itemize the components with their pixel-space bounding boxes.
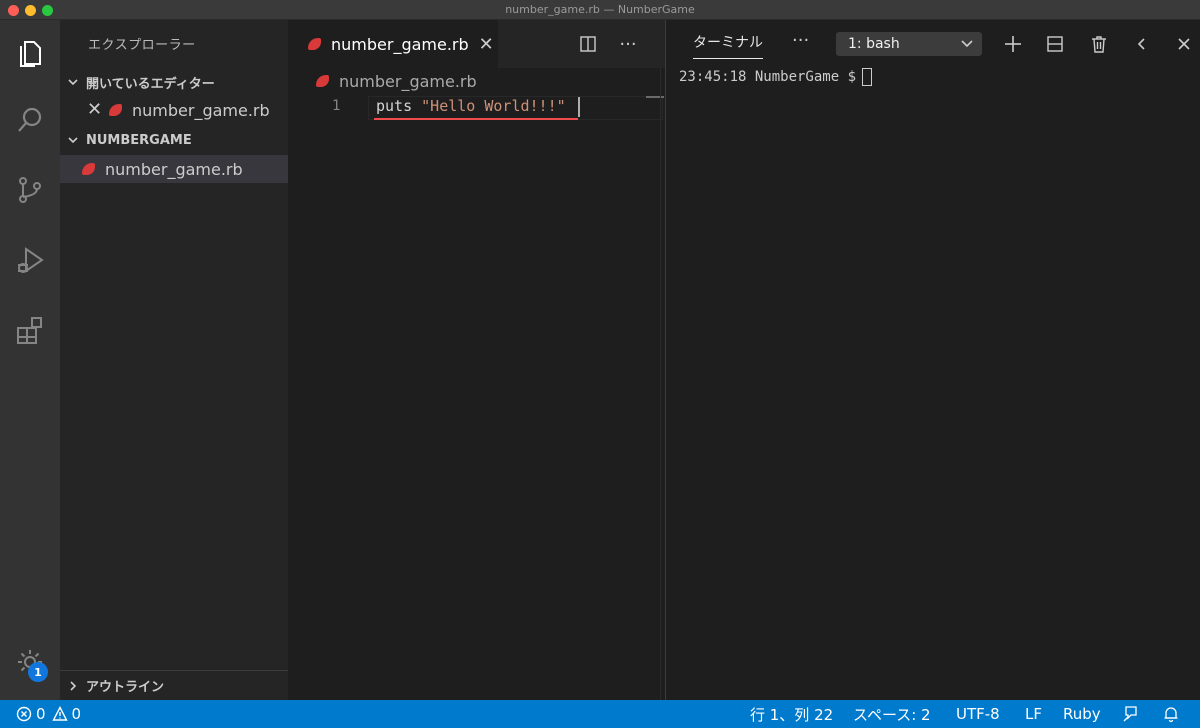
ruby-file-icon (109, 104, 122, 116)
project-file-item[interactable]: number_game.rb (60, 155, 288, 183)
editor-tab-bar: number_game.rb ✕ ··· (288, 20, 665, 68)
split-editor-icon[interactable] (576, 32, 600, 56)
terminal-panel: ターミナル ··· 1: bash 23:45:18 NumberGame $ (665, 20, 1200, 700)
open-editors-label: 開いているエディター (86, 76, 215, 92)
title-bar: number_game.rb — NumberGame (0, 0, 1200, 20)
activity-bar: 1 (0, 20, 60, 700)
chevron-left-icon[interactable] (1130, 32, 1154, 56)
breadcrumb-filename: number_game.rb (339, 71, 477, 91)
editor-ruler (660, 68, 661, 700)
split-terminal-icon[interactable] (1043, 32, 1067, 56)
window-title: number_game.rb — NumberGame (505, 3, 695, 16)
terminal-prompt: 23:45:18 NumberGame $ (679, 69, 857, 85)
code-string: "Hello World!!!" (421, 97, 566, 115)
bell-icon[interactable] (1162, 700, 1180, 728)
ruby-file-icon (308, 38, 321, 50)
close-icon[interactable]: ✕ (479, 34, 494, 55)
outline-label: アウトライン (86, 680, 165, 695)
more-actions-icon[interactable]: ··· (616, 32, 640, 56)
terminal-output[interactable]: 23:45:18 NumberGame $ (679, 68, 873, 86)
code-line[interactable]: puts "Hello World!!!" (376, 97, 566, 115)
terminal-select-value: 1: bash (848, 36, 900, 52)
extensions-icon[interactable] (10, 310, 50, 350)
error-icon (16, 706, 32, 722)
trash-icon[interactable] (1087, 32, 1111, 56)
terminal-select[interactable]: 1: bash (836, 32, 982, 56)
panel-more-icon[interactable]: ··· (792, 30, 809, 51)
terminal-cursor (862, 68, 873, 86)
chevron-right-icon (60, 680, 86, 692)
problems-status[interactable]: 0 0 (16, 700, 81, 728)
open-editor-item[interactable]: ✕ number_game.rb (60, 96, 288, 124)
project-filename: number_game.rb (105, 159, 243, 179)
encoding-status[interactable]: UTF-8 (956, 700, 1000, 728)
status-bar: 0 0 行 1、列 22 スペース: 2 UTF-8 LF Ruby (0, 700, 1200, 728)
error-count: 0 (36, 705, 46, 723)
text-cursor (578, 97, 580, 117)
cursor-position[interactable]: 行 1、列 22 (750, 700, 833, 728)
breadcrumb[interactable]: number_game.rb (316, 70, 477, 92)
explorer-icon[interactable] (10, 32, 50, 72)
error-squiggle (374, 118, 578, 120)
eol-status[interactable]: LF (1025, 700, 1042, 728)
sidebar-title: エクスプローラー (88, 38, 196, 53)
run-debug-icon[interactable] (10, 240, 50, 280)
editor-group: number_game.rb ✕ ··· number_game.rb 1 pu… (288, 20, 665, 700)
editor-tab-label: number_game.rb (331, 34, 469, 54)
close-panel-icon[interactable] (1172, 32, 1196, 56)
chevron-down-icon (60, 134, 86, 146)
project-section[interactable]: NUMBERGAME (60, 126, 288, 154)
open-editors-section[interactable]: 開いているエディター (60, 68, 288, 96)
chevron-down-icon (960, 36, 974, 54)
feedback-icon[interactable] (1122, 700, 1140, 728)
explorer-sidebar: エクスプローラー 開いているエディター ✕ number_game.rb NUM… (60, 20, 288, 700)
source-control-icon[interactable] (10, 170, 50, 210)
code-keyword: puts (376, 97, 413, 115)
open-editor-filename: number_game.rb (132, 100, 270, 120)
ruby-file-icon (316, 75, 329, 87)
line-number: 1 (332, 98, 341, 114)
language-mode[interactable]: Ruby (1063, 700, 1101, 728)
chevron-down-icon (60, 76, 86, 88)
indentation-status[interactable]: スペース: 2 (853, 700, 931, 728)
project-label: NUMBERGAME (86, 132, 192, 148)
new-terminal-icon[interactable] (1001, 32, 1025, 56)
warning-icon (51, 706, 68, 721)
warning-count: 0 (71, 705, 82, 723)
editor-tab[interactable]: number_game.rb ✕ (288, 20, 498, 68)
close-icon[interactable]: ✕ (87, 101, 102, 119)
outline-section[interactable]: アウトライン (60, 670, 288, 700)
notification-badge: 1 (28, 662, 48, 682)
ruby-file-icon (82, 163, 95, 175)
search-icon[interactable] (10, 100, 50, 140)
scrollbar-marker (646, 96, 664, 98)
tab-terminal[interactable]: ターミナル (693, 32, 763, 59)
